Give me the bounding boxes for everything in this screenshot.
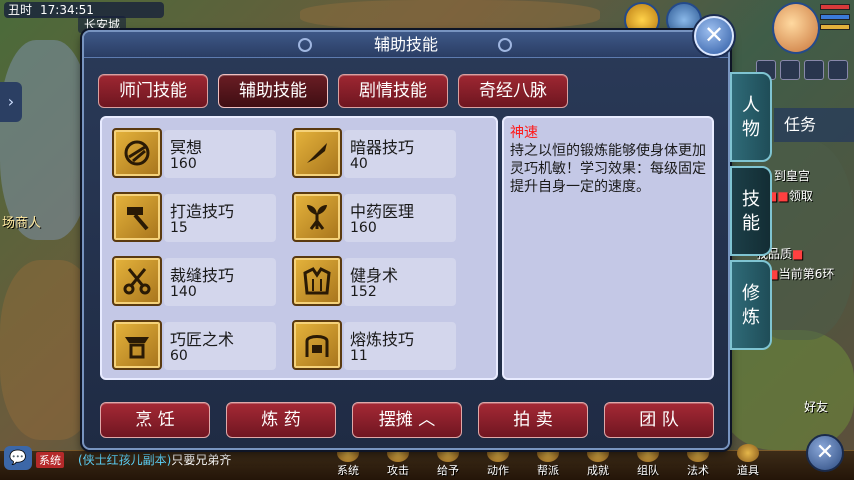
hammer-icon: [112, 192, 162, 242]
friend-button[interactable]: 好友: [804, 398, 828, 415]
menu-item-label: 组队: [637, 464, 659, 477]
task-tab[interactable]: 任务: [774, 108, 854, 142]
left-expand-arrow-icon[interactable]: ›: [0, 82, 22, 122]
meditation-icon: [112, 128, 162, 178]
menu-item-label: 帮派: [537, 464, 559, 477]
armor-icon: [292, 256, 342, 306]
cooking-button[interactable]: 烹 饪: [100, 402, 210, 438]
side-tab-skills[interactable]: 技能: [730, 166, 772, 256]
skill-item-tailoring[interactable]: 裁缝技巧 140: [108, 254, 278, 310]
menu-item-label: 道具: [737, 464, 759, 477]
chevron-up-icon: ︿: [418, 410, 436, 430]
description-body: 持之以恒的锻炼能够使身体更加灵巧机敏！学习效果：每级固定提升自身一定的速度。: [510, 143, 706, 195]
side-tab-label: 人物: [742, 95, 760, 140]
side-tab-cultivation[interactable]: 修炼: [730, 260, 772, 350]
skill-description-panel: 神速 持之以恒的锻炼能够使身体更加灵巧机敏！学习效果：每级固定提升自身一定的速度…: [502, 116, 714, 380]
skill-name: 裁缝技巧: [170, 266, 235, 285]
chat-icon[interactable]: 💬: [4, 446, 32, 470]
smelt-icon: [292, 320, 342, 370]
skill-item-fitness[interactable]: 健身术 152: [288, 254, 458, 310]
skill-item-meditation[interactable]: 冥想 160: [108, 126, 278, 182]
skill-category-tabs: 师门技能 辅助技能 剧情技能 奇经八脉: [98, 74, 568, 108]
hp-mp-bars: [820, 4, 850, 34]
chat-channel-tag: 系统: [36, 452, 64, 468]
skill-level: 15: [170, 220, 188, 236]
skill-item-herbal-medicine[interactable]: 中药医理 160: [288, 190, 458, 246]
side-tab-label: 技能: [742, 189, 760, 234]
skill-item-craftsmanship[interactable]: 巧匠之术 60: [108, 318, 278, 374]
npc-merchant-label: 场商人: [2, 216, 42, 231]
tab-auxiliary-skills[interactable]: 辅助技能: [218, 74, 328, 108]
menu-item-label: 给予: [437, 464, 459, 477]
mp-bar: [820, 14, 850, 20]
chat-message[interactable]: (侠士红孩儿副本)只要兄弟齐: [78, 451, 231, 468]
stall-label: 摆摊: [378, 410, 413, 430]
skill-name: 打造技巧: [170, 202, 235, 221]
skill-level: 11: [350, 348, 368, 364]
tab-meridians[interactable]: 奇经八脉: [458, 74, 568, 108]
dialog-title-bar: 辅助技能: [84, 32, 728, 58]
ornament-icon: [498, 38, 512, 52]
menu-item-label: 攻击: [387, 464, 409, 477]
side-tab-label: 修炼: [742, 283, 760, 328]
skill-name: 暗器技巧: [350, 138, 415, 157]
alchemy-button[interactable]: 炼 药: [226, 402, 336, 438]
hp-bar: [820, 4, 850, 10]
skill-item-forging[interactable]: 打造技巧 15: [108, 190, 278, 246]
dialog-title: 辅助技能: [373, 35, 438, 54]
herb-icon: [292, 192, 342, 242]
skills-dialog: 辅助技能 师门技能 辅助技能 剧情技能 奇经八脉 冥想 160 暗器技巧 40: [82, 30, 730, 450]
bottom-menu-item[interactable]: 道具: [730, 444, 766, 478]
skill-level: 40: [350, 156, 368, 172]
shichen-label: 丑时: [8, 3, 33, 17]
skill-name: 熔炼技巧: [350, 330, 415, 349]
quest-line: 当前第6环: [778, 267, 835, 281]
dart-icon: [292, 128, 342, 178]
skill-level: 60: [170, 348, 188, 364]
chat-message-text: 只要兄弟齐: [171, 453, 232, 467]
menu-item-label: 成就: [587, 464, 609, 477]
skill-name: 冥想: [170, 138, 203, 157]
dialog-action-buttons: 烹 饪 炼 药 摆摊 ︿ 拍 卖 团 队: [100, 402, 714, 438]
close-dialog-button[interactable]: ✕: [694, 16, 734, 56]
skill-level: 160: [170, 156, 197, 172]
menu-item-label: 动作: [487, 464, 509, 477]
anger-bar: [820, 24, 850, 30]
tab-sect-skills[interactable]: 师门技能: [98, 74, 208, 108]
skill-level: 140: [170, 284, 197, 300]
stall-button[interactable]: 摆摊 ︿: [352, 402, 462, 438]
menu-item-label: 系统: [337, 464, 359, 477]
side-tab-character[interactable]: 人物: [730, 72, 772, 162]
menu-item-icon: [737, 444, 759, 462]
team-button[interactable]: 团 队: [604, 402, 714, 438]
skill-name: 中药医理: [350, 202, 415, 221]
tab-story-skills[interactable]: 剧情技能: [338, 74, 448, 108]
skill-name: 健身术: [350, 266, 399, 285]
skill-level: 160: [350, 220, 377, 236]
player-avatar[interactable]: [772, 2, 820, 54]
skill-name: 巧匠之术: [170, 330, 235, 349]
craft-icon: [112, 320, 162, 370]
buff-slot[interactable]: [780, 60, 800, 80]
skill-level: 152: [350, 284, 377, 300]
description-title: 神速: [510, 125, 538, 141]
quest-tracker[interactable]: : 到皇宫 ■■领取: [766, 166, 846, 206]
skills-grid: 冥想 160 暗器技巧 40 打造技巧 15 中药医理 160 裁缝技巧 140…: [100, 116, 498, 380]
scissors-icon: [112, 256, 162, 306]
quest-line: 到皇宫: [773, 169, 810, 183]
close-menu-icon[interactable]: ✕: [806, 434, 844, 472]
menu-item-label: 法术: [687, 464, 709, 477]
auction-button[interactable]: 拍 卖: [478, 402, 588, 438]
buff-slot[interactable]: [804, 60, 824, 80]
buff-slot[interactable]: [828, 60, 848, 80]
clock-label: 17:34:51: [40, 3, 94, 17]
quest-line: 领取: [788, 189, 813, 203]
chat-message-prefix: (侠士红孩儿副本): [78, 453, 172, 467]
skill-item-hidden-weapon[interactable]: 暗器技巧 40: [288, 126, 458, 182]
skill-item-smelting[interactable]: 熔炼技巧 11: [288, 318, 458, 374]
